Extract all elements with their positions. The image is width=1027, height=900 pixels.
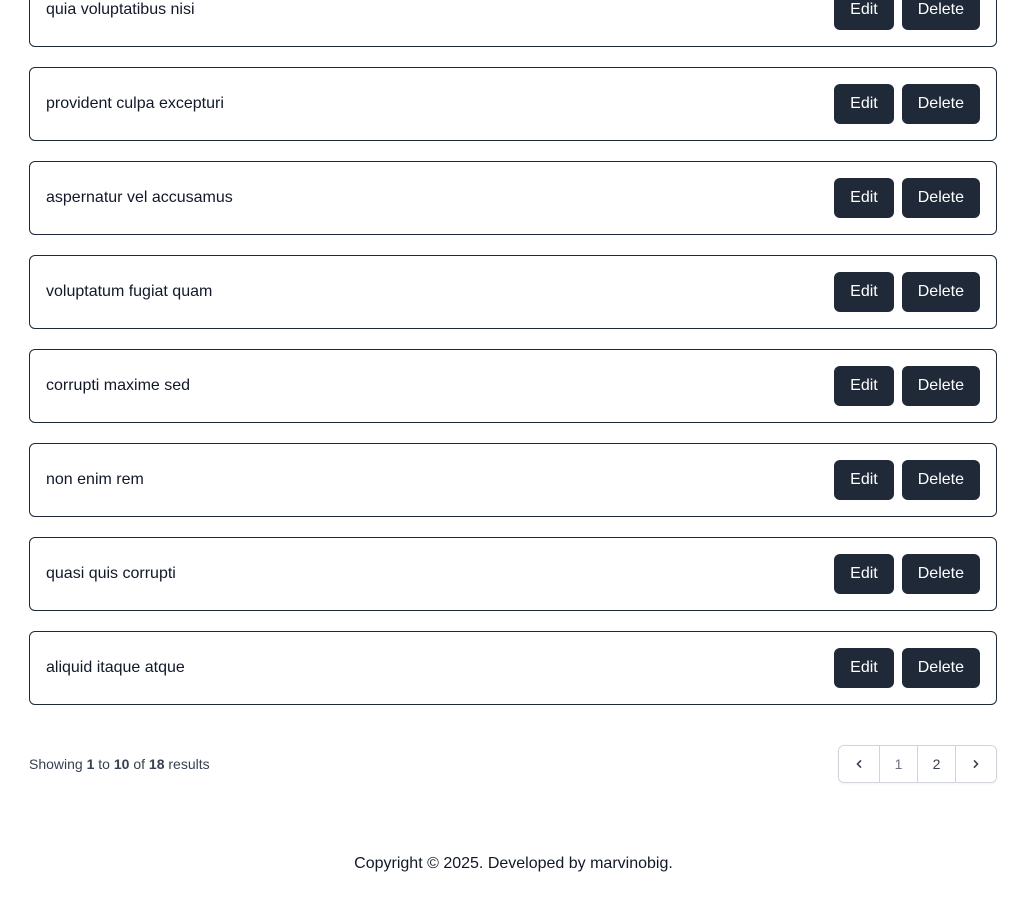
page: quia voluptatibus nisi Edit Delete provi… xyxy=(0,0,1027,900)
list-item: voluptatum fugiat quam Edit Delete xyxy=(29,255,997,329)
delete-button[interactable]: Delete xyxy=(901,178,980,218)
page-2-link[interactable]: 2 xyxy=(918,746,956,782)
list-item: quia voluptatibus nisi Edit Delete xyxy=(29,0,997,47)
page-1-current: 1 xyxy=(880,746,918,782)
edit-button[interactable]: Edit xyxy=(834,460,894,500)
to-label: to xyxy=(98,756,110,772)
of-label: of xyxy=(133,756,146,772)
list-item: aspernatur vel accusamus Edit Delete xyxy=(29,161,997,235)
edit-button[interactable]: Edit xyxy=(834,0,894,30)
item-title: non enim rem xyxy=(46,471,144,488)
copyright-text: Copyright © 2025. Developed by marvinobi… xyxy=(354,855,673,872)
edit-button[interactable]: Edit xyxy=(834,178,894,218)
item-actions: Edit Delete xyxy=(834,0,980,30)
footer: Copyright © 2025. Developed by marvinobi… xyxy=(0,855,1027,873)
delete-button[interactable]: Delete xyxy=(901,554,980,594)
list-item: aliquid itaque atque Edit Delete xyxy=(29,631,997,705)
results-from: 1 xyxy=(86,756,95,772)
item-title: quasi quis corrupti xyxy=(46,565,176,582)
item-title: voluptatum fugiat quam xyxy=(46,283,213,300)
edit-button[interactable]: Edit xyxy=(834,272,894,312)
item-actions: Edit Delete xyxy=(834,648,980,688)
item-list: quia voluptatibus nisi Edit Delete provi… xyxy=(29,0,997,725)
item-title: aspernatur vel accusamus xyxy=(46,189,233,206)
delete-button[interactable]: Delete xyxy=(901,648,980,688)
edit-button[interactable]: Edit xyxy=(834,366,894,406)
delete-button[interactable]: Delete xyxy=(901,460,980,500)
pagination: Showing 1 to 10 of 18 results 1 2 xyxy=(29,745,997,783)
item-title: aliquid itaque atque xyxy=(46,659,185,676)
results-to: 10 xyxy=(113,756,130,772)
item-title: corrupti maxime sed xyxy=(46,377,191,394)
chevron-right-icon xyxy=(973,760,979,768)
previous-page-button[interactable] xyxy=(839,746,880,782)
item-title: quia voluptatibus nisi xyxy=(46,1,195,18)
list-item: quasi quis corrupti Edit Delete xyxy=(29,537,997,611)
item-actions: Edit Delete xyxy=(834,366,980,406)
delete-button[interactable]: Delete xyxy=(901,84,980,124)
item-actions: Edit Delete xyxy=(834,460,980,500)
item-actions: Edit Delete xyxy=(834,84,980,124)
delete-button[interactable]: Delete xyxy=(901,0,980,30)
delete-button[interactable]: Delete xyxy=(901,272,980,312)
list-item: corrupti maxime sed Edit Delete xyxy=(29,349,997,423)
item-actions: Edit Delete xyxy=(834,272,980,312)
next-page-button[interactable] xyxy=(956,746,996,782)
list-item: provident culpa excepturi Edit Delete xyxy=(29,67,997,141)
showing-label: Showing xyxy=(29,756,83,772)
results-total: 18 xyxy=(148,756,165,772)
chevron-left-icon xyxy=(856,760,862,768)
results-label: results xyxy=(168,756,210,772)
edit-button[interactable]: Edit xyxy=(834,554,894,594)
edit-button[interactable]: Edit xyxy=(834,648,894,688)
item-actions: Edit Delete xyxy=(834,554,980,594)
results-summary: Showing 1 to 10 of 18 results xyxy=(29,756,210,772)
item-actions: Edit Delete xyxy=(834,178,980,218)
pager: 1 2 xyxy=(838,745,997,783)
edit-button[interactable]: Edit xyxy=(834,84,894,124)
item-title: provident culpa excepturi xyxy=(46,95,224,112)
delete-button[interactable]: Delete xyxy=(901,366,980,406)
list-item: non enim rem Edit Delete xyxy=(29,443,997,517)
